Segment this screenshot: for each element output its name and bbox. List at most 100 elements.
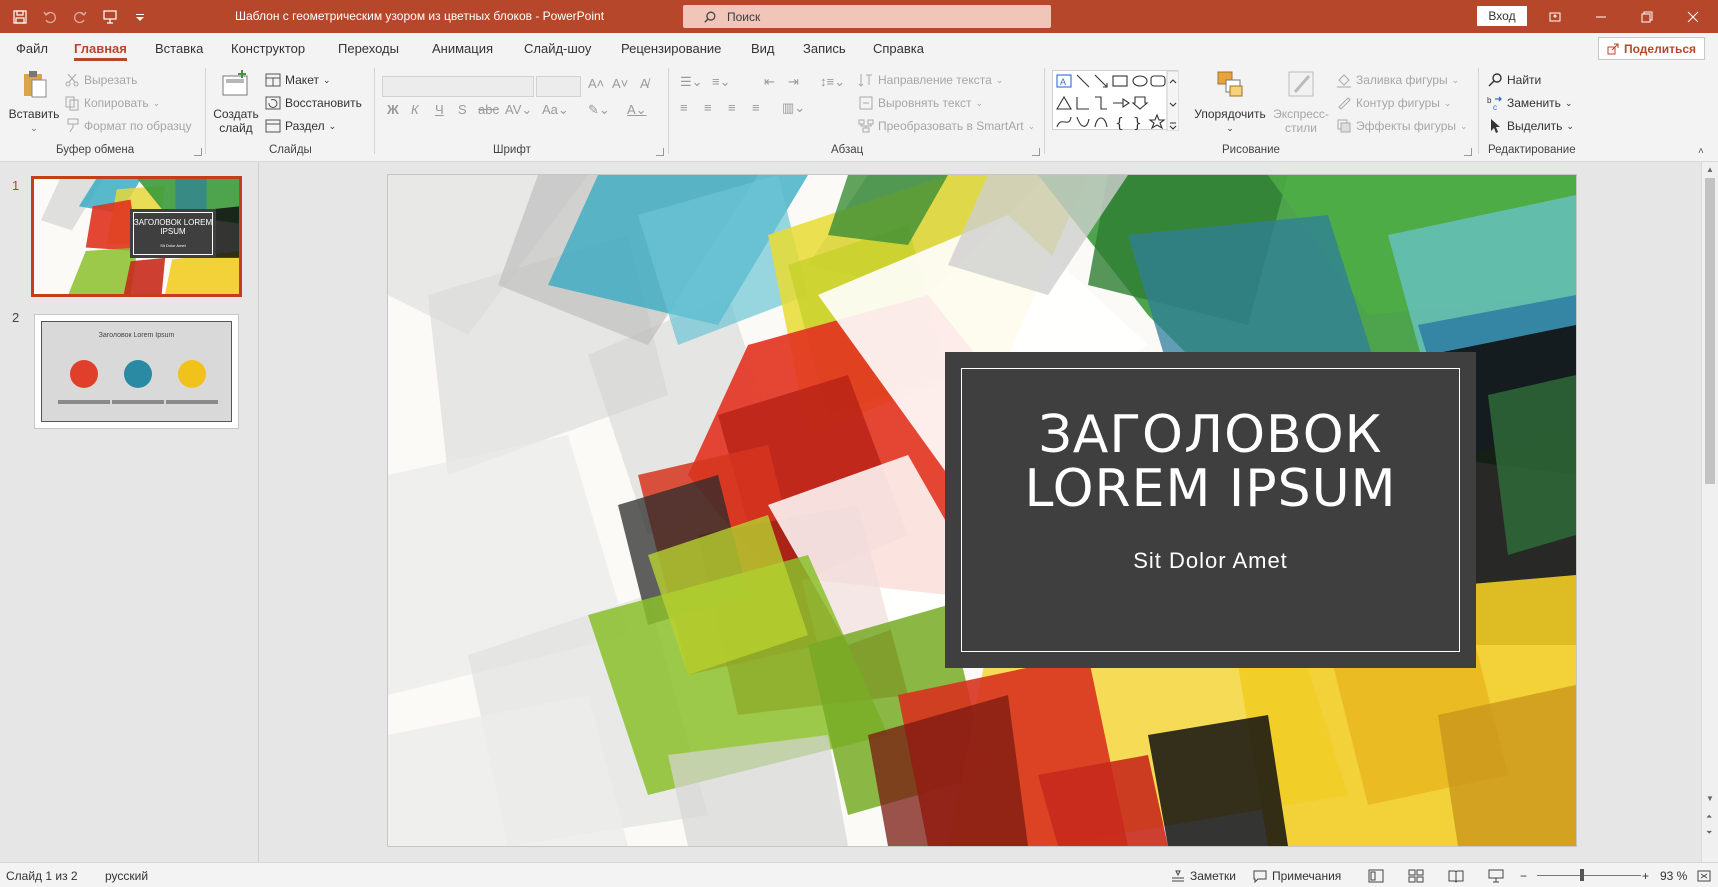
font-size-input[interactable]: [536, 76, 581, 97]
increase-font-icon[interactable]: A˄: [588, 76, 604, 91]
bold-icon[interactable]: Ж: [387, 102, 399, 117]
collapse-ribbon-icon[interactable]: ˄: [1698, 146, 1704, 157]
copy-button[interactable]: Копировать ⌄: [64, 95, 160, 111]
tab-transitions[interactable]: Переходы: [338, 41, 399, 56]
tab-animations[interactable]: Анимация: [432, 41, 493, 56]
zoom-out-icon[interactable]: −: [1520, 869, 1527, 883]
clear-formatting-icon[interactable]: A̸: [640, 76, 649, 91]
decrease-font-icon[interactable]: A˅: [612, 76, 628, 91]
close-icon[interactable]: [1670, 0, 1716, 33]
drawing-launcher-icon[interactable]: [1464, 148, 1472, 156]
replace-button[interactable]: bc Заменить ⌄: [1487, 95, 1572, 111]
zoom-in-icon[interactable]: +: [1642, 869, 1649, 883]
strikethrough-icon[interactable]: abc: [478, 102, 499, 117]
align-center-icon[interactable]: ≡: [704, 100, 712, 115]
layout-label: Макет: [285, 73, 319, 87]
layout-button[interactable]: Макет ⌄: [265, 72, 331, 88]
bullets-icon[interactable]: ☰⌄: [680, 74, 703, 90]
undo-icon[interactable]: [38, 5, 62, 29]
cut-button[interactable]: Вырезать: [64, 72, 137, 88]
tab-review[interactable]: Рецензирование: [621, 41, 721, 56]
language-indicator[interactable]: русский: [105, 869, 148, 883]
numbering-icon[interactable]: ≡⌄: [712, 74, 730, 90]
shape-outline-button[interactable]: Контур фигуры ⌄: [1336, 95, 1451, 111]
zoom-level[interactable]: 93 %: [1660, 869, 1687, 883]
increase-indent-icon[interactable]: ⇥: [788, 74, 799, 90]
slideshow-view-icon[interactable]: [1488, 869, 1504, 883]
change-case-icon[interactable]: Aa⌄: [542, 102, 569, 118]
tab-insert[interactable]: Вставка: [155, 41, 203, 56]
character-spacing-icon[interactable]: AV⌄: [505, 102, 532, 118]
select-button[interactable]: Выделить ⌄: [1487, 118, 1574, 134]
redo-icon[interactable]: [68, 5, 92, 29]
paste-dropdown-icon[interactable]: ⌄: [8, 121, 60, 135]
previous-slide-icon[interactable]: ⏶: [1706, 812, 1712, 822]
share-button[interactable]: Поделиться: [1598, 37, 1705, 60]
align-text-button[interactable]: Выровнять текст ⌄: [858, 95, 983, 111]
shape-effects-button[interactable]: Эффекты фигуры ⌄: [1336, 118, 1468, 134]
justify-icon[interactable]: ≡: [752, 100, 760, 115]
start-slideshow-icon[interactable]: [98, 5, 122, 29]
normal-view-icon[interactable]: [1368, 869, 1384, 883]
shapes-gallery[interactable]: A { }: [1052, 70, 1180, 132]
tab-design[interactable]: Конструктор: [231, 41, 305, 56]
slide-subtitle[interactable]: Sit Dolor Amet: [945, 548, 1476, 574]
sign-in-button[interactable]: Вход: [1477, 6, 1527, 26]
find-button[interactable]: Найти: [1487, 72, 1541, 88]
underline-icon[interactable]: Ч: [435, 102, 444, 117]
scroll-down-icon[interactable]: ▼: [1706, 794, 1714, 803]
scrollbar-thumb[interactable]: [1705, 178, 1715, 484]
slide-sorter-icon[interactable]: [1408, 869, 1424, 883]
customize-qat-icon[interactable]: [128, 5, 152, 29]
search-box[interactable]: Поиск: [683, 5, 1051, 28]
highlight-color-icon[interactable]: ✎⌄: [588, 102, 610, 118]
save-icon[interactable]: [8, 5, 32, 29]
italic-icon[interactable]: К: [411, 102, 419, 117]
new-slide-button[interactable]: Создать слайд: [212, 68, 260, 135]
font-launcher-icon[interactable]: [656, 148, 664, 156]
restore-icon[interactable]: [1624, 0, 1670, 33]
notes-icon: [1172, 870, 1184, 882]
tab-view[interactable]: Вид: [751, 41, 775, 56]
current-slide[interactable]: ЗАГОЛОВОК LOREM IPSUM Sit Dolor Amet: [388, 175, 1576, 846]
decrease-indent-icon[interactable]: ⇤: [764, 74, 775, 90]
tab-file[interactable]: Файл: [16, 41, 48, 56]
slide-title[interactable]: ЗАГОЛОВОК LOREM IPSUM: [945, 408, 1476, 516]
slide-thumbnail-2[interactable]: Заголовок Lorem Ipsum: [34, 314, 239, 429]
tab-help[interactable]: Справка: [873, 41, 924, 56]
align-left-icon[interactable]: ≡: [680, 100, 688, 115]
shape-fill-button[interactable]: Заливка фигуры ⌄: [1336, 72, 1459, 88]
reset-button[interactable]: Восстановить: [265, 95, 362, 111]
zoom-slider-thumb[interactable]: [1580, 869, 1584, 881]
zoom-slider[interactable]: [1537, 875, 1641, 876]
ribbon-display-options-icon[interactable]: [1532, 0, 1578, 33]
shadow-icon[interactable]: S: [458, 102, 467, 117]
next-slide-icon[interactable]: ⏷: [1706, 828, 1712, 838]
slide-thumbnail-1[interactable]: ЗАГОЛОВОК LOREM IPSUM Sit Dolor Amet: [31, 176, 242, 297]
quick-styles-button[interactable]: Экспресс- стили: [1266, 68, 1336, 135]
smartart-button[interactable]: Преобразовать в SmartArt ⌄: [858, 118, 1035, 134]
notes-button[interactable]: Заметки: [1170, 869, 1236, 883]
vertical-scrollbar[interactable]: ▲ ▼ ⏶ ⏷: [1701, 162, 1718, 862]
minimize-icon[interactable]: [1578, 0, 1624, 33]
columns-icon[interactable]: ▥⌄: [782, 100, 805, 116]
paragraph-launcher-icon[interactable]: [1032, 148, 1040, 156]
scroll-up-icon[interactable]: ▲: [1706, 165, 1714, 174]
font-name-input[interactable]: [382, 76, 534, 97]
section-button[interactable]: Раздел ⌄: [265, 118, 336, 134]
tab-record[interactable]: Запись: [803, 41, 846, 56]
text-direction-button[interactable]: Направление текста ⌄: [858, 72, 1003, 88]
tab-slideshow[interactable]: Слайд-шоу: [524, 41, 591, 56]
paste-button[interactable]: Вставить ⌄: [8, 68, 60, 135]
align-right-icon[interactable]: ≡: [728, 100, 736, 115]
font-color-icon[interactable]: A⌄: [627, 102, 647, 118]
format-painter-button[interactable]: Формат по образцу: [64, 118, 192, 134]
clipboard-launcher-icon[interactable]: [194, 148, 202, 156]
reading-view-icon[interactable]: [1448, 869, 1464, 883]
title-placeholder[interactable]: ЗАГОЛОВОК LOREM IPSUM Sit Dolor Amet: [945, 352, 1476, 668]
arrange-button[interactable]: Упорядочить ⌄: [1192, 68, 1268, 135]
comments-button[interactable]: Примечания: [1252, 869, 1341, 883]
tab-home[interactable]: Главная: [74, 41, 127, 61]
line-spacing-icon[interactable]: ↕≡⌄: [820, 74, 845, 90]
fit-to-window-icon[interactable]: [1696, 869, 1712, 883]
